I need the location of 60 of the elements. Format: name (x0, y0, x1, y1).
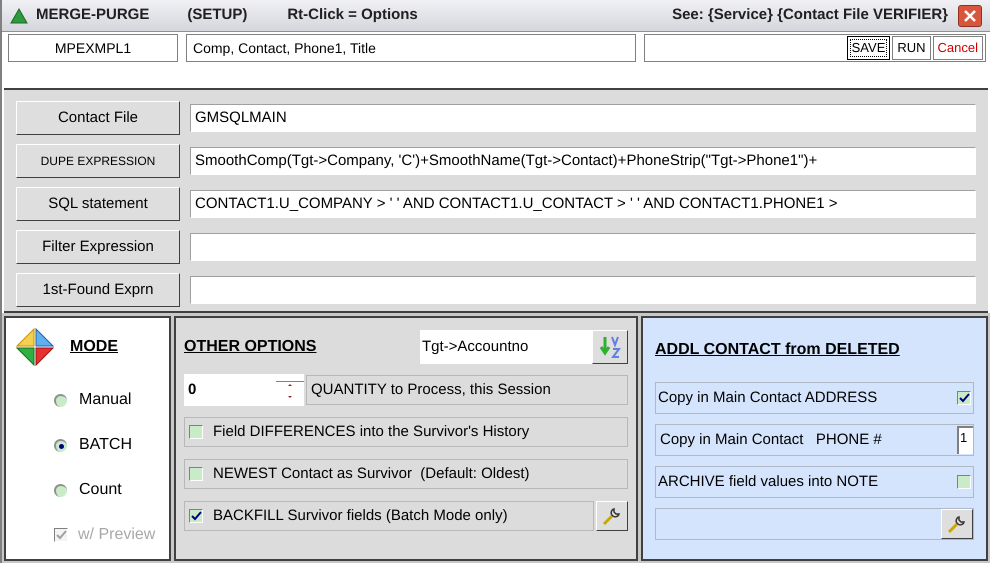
addl-heading: ADDL CONTACT from DELETED (655, 340, 901, 360)
sort-button[interactable] (592, 330, 628, 364)
fields-field[interactable]: Comp, Contact, Phone1, Title (186, 34, 636, 62)
options-heading: OTHER OPTIONS (184, 337, 316, 357)
quantity-label: QUANTITY to Process, this Session (306, 375, 628, 405)
option-row[interactable]: NEWEST Contact as Survivor (Default: Oldest) (184, 459, 628, 489)
option-label: ARCHIVE field values into NOTE (658, 472, 878, 492)
tool-field[interactable] (655, 508, 974, 540)
expression-button[interactable]: Filter Expression (16, 230, 180, 264)
wrench-icon (602, 506, 622, 526)
expression-field[interactable] (190, 276, 976, 304)
checkbox[interactable] (957, 475, 971, 489)
close-icon (963, 8, 977, 22)
window-title: MERGE-PURGE (36, 5, 150, 26)
radio-button[interactable] (54, 394, 67, 406)
option-label: NEWEST Contact as Survivor (Default: Oldest) (213, 464, 530, 484)
sort-field[interactable]: Tgt->Accountno (420, 330, 592, 364)
window-title: See: {Service} {Contact File VERIFIER} (672, 5, 948, 26)
expression-field[interactable]: CONTACT1.U_COMPANY > ' ' AND CONTACT1.U_CONTACT > ' ' AND CONTACT1.PHONE1 > (190, 190, 976, 218)
expression-field[interactable]: GMSQLMAIN (190, 104, 976, 132)
radio-button[interactable] (54, 438, 67, 452)
cancel-button[interactable]: Cancel (932, 36, 983, 60)
wrench-button[interactable] (941, 509, 973, 539)
action-button[interactable]: RUN (892, 36, 931, 60)
option-row[interactable]: ARCHIVE field values into NOTE (655, 466, 974, 498)
mode-heading: MODE (70, 337, 118, 357)
expression-field[interactable]: SmoothComp(Tgt->Company, 'C')+SmoothName(Tgt->Contact)+PhoneStrip("Tgt->Phone1")+ (190, 147, 976, 175)
sort-az-icon (599, 335, 621, 359)
option-row[interactable]: Copy in Main Contact ADDRESS (655, 382, 974, 414)
window-title: Rt-Click = Options (287, 5, 418, 26)
checkbox[interactable] (189, 509, 203, 523)
wrench-icon (947, 514, 967, 534)
window-title: (SETUP) (187, 5, 248, 26)
option-label: Copy in Main Contact PHONE # (660, 430, 882, 450)
radio-label: Count (79, 480, 122, 500)
option-label: Copy in Main Contact ADDRESS (658, 388, 878, 408)
checkbox[interactable] (189, 425, 203, 439)
action-button[interactable]: SAVE (846, 36, 890, 60)
expression-button[interactable]: SQL statement (16, 187, 180, 221)
close-button[interactable] (958, 4, 982, 26)
spin-arrows-icon (286, 382, 294, 400)
radio-label: BATCH (79, 435, 132, 455)
radio-button[interactable] (54, 484, 67, 496)
option-label: Field DIFFERENCES into the Survivor's History (213, 422, 530, 442)
four-arrows-icon (16, 328, 54, 366)
checkbox-label: w/ Preview (78, 525, 156, 545)
expression-button[interactable]: Contact File (16, 101, 180, 135)
expression-button[interactable]: DUPE EXPRESSION (16, 144, 180, 178)
option-label: BACKFILL Survivor fields (Batch Mode only) (213, 506, 508, 526)
expression-button[interactable]: 1st-Found Exprn (16, 273, 180, 307)
option-row[interactable]: BACKFILL Survivor fields (Batch Mode only) (184, 501, 594, 531)
checkbox[interactable] (957, 391, 971, 405)
radio-label: Manual (79, 390, 132, 410)
quantity-spinner[interactable]: 0 (184, 374, 304, 406)
wrench-button[interactable] (596, 501, 628, 531)
expression-field[interactable] (190, 233, 976, 261)
merge-name-field[interactable]: MPEXMPL1 (8, 34, 178, 62)
phone-number-field[interactable]: 1 (957, 426, 973, 454)
checkbox[interactable] (189, 467, 203, 481)
option-row[interactable]: Field DIFFERENCES into the Survivor's History (184, 417, 628, 447)
